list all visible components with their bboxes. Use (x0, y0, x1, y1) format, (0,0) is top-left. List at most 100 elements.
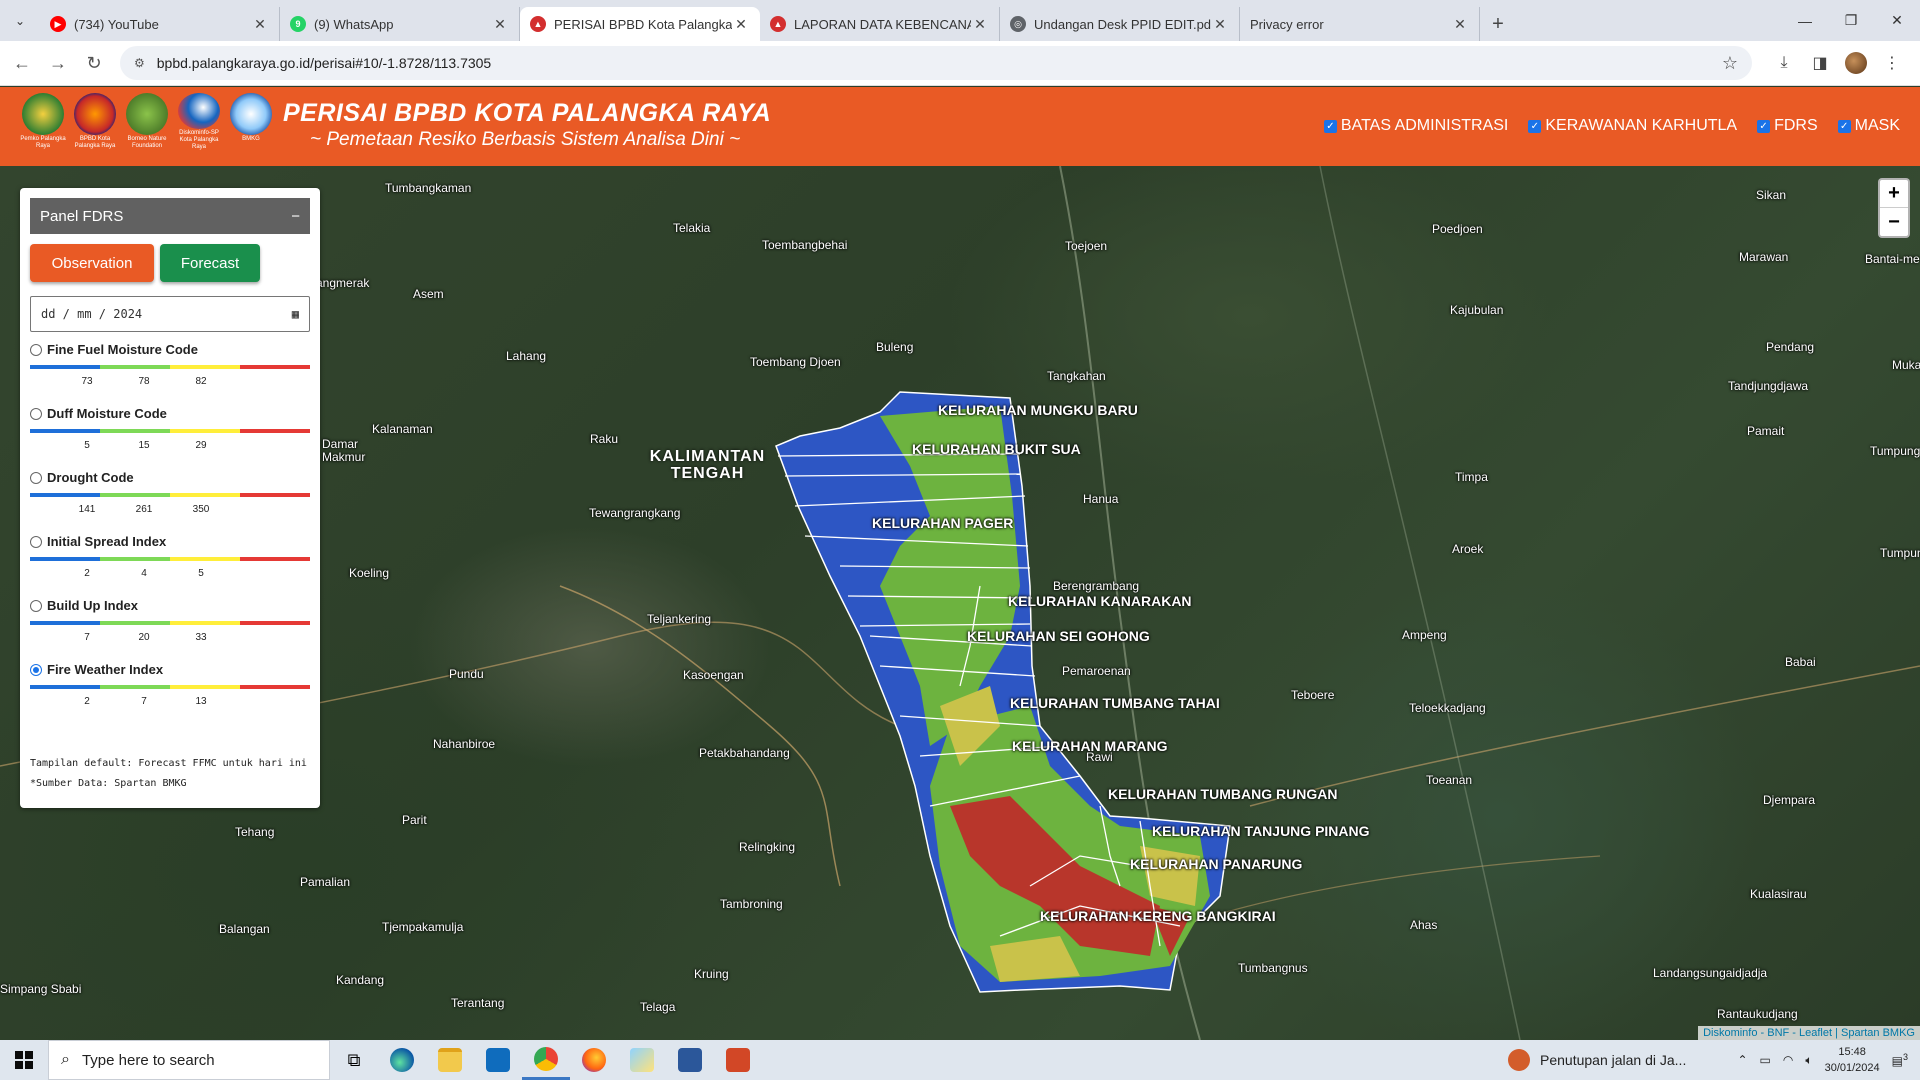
kelurahan-label[interactable]: KELURAHAN MARANG (1012, 738, 1168, 754)
layer-toggle-kerawanan-karhutla[interactable]: ✓ KERAWANAN KARHUTLA (1528, 117, 1737, 135)
tick-label: 2 (84, 696, 90, 707)
kelurahan-label[interactable]: KELURAHAN MUNGKU BARU (938, 402, 1138, 418)
whatsapp-icon: 9 (290, 16, 306, 32)
close-window-icon[interactable]: ✕ (1874, 0, 1920, 41)
color-scale (30, 493, 310, 497)
index-label: Build Up Index (47, 598, 138, 613)
radio-button[interactable] (30, 599, 42, 612)
zoom-control: + − (1878, 178, 1910, 238)
kelurahan-label[interactable]: KELURAHAN KANARAKAN (1008, 593, 1192, 609)
zoom-in-button[interactable]: + (1880, 180, 1908, 208)
tab-undangan[interactable]: ◎ Undangan Desk PPID EDIT.pdf ✕ (1000, 7, 1240, 41)
place-label: Ampeng (1402, 628, 1447, 642)
index-radio-drought-code[interactable]: Drought Code (30, 470, 310, 485)
layer-toggle-batas-administrasi[interactable]: ✓ BATAS ADMINISTRASI (1323, 117, 1508, 135)
new-tab-button[interactable]: + (1480, 7, 1516, 41)
meet-now-icon[interactable]: ▭ (1760, 1053, 1771, 1067)
radio-button[interactable] (30, 535, 42, 548)
taskbar-search[interactable]: ⌕ Type here to search (48, 1040, 330, 1080)
tray-chevron-icon[interactable]: ⌃ (1737, 1053, 1747, 1067)
place-label: Hanua (1083, 492, 1119, 506)
tick-label: 15 (138, 440, 150, 451)
volume-icon[interactable]: 🔈︎ (1805, 1053, 1812, 1068)
mail-icon[interactable] (474, 1040, 522, 1080)
close-tab-icon[interactable]: ✕ (251, 16, 269, 33)
close-tab-icon[interactable]: ✕ (971, 16, 989, 33)
radio-button[interactable] (30, 343, 42, 356)
radio-button[interactable] (30, 663, 42, 676)
restore-icon[interactable]: ❐ (1828, 0, 1874, 41)
word-icon[interactable] (666, 1040, 714, 1080)
profile-avatar[interactable] (1838, 45, 1874, 81)
bookmark-star-icon[interactable]: ☆ (1722, 53, 1738, 74)
radio-button[interactable] (30, 407, 42, 420)
map-attribution[interactable]: Diskominfo - BNF - Leaflet | Spartan BMK… (1698, 1026, 1920, 1040)
place-label: Poedjoen (1432, 222, 1483, 236)
checkbox-icon: ✓ (1757, 119, 1771, 133)
index-label: Initial Spread Index (47, 534, 167, 549)
powerpoint-icon[interactable] (714, 1040, 762, 1080)
observation-button[interactable]: Observation (30, 244, 154, 282)
chrome-icon[interactable] (522, 1040, 570, 1080)
index-radio-build-up-index[interactable]: Build Up Index (30, 598, 310, 613)
back-icon[interactable]: ← (4, 45, 40, 81)
notification-icon[interactable]: ▤3 (1892, 1052, 1908, 1068)
firefox-icon[interactable] (570, 1040, 618, 1080)
note-source: *Sumber Data: Spartan BMKG (30, 778, 187, 789)
kelurahan-label[interactable]: KELURAHAN TUMBANG TAHAI (1010, 695, 1220, 711)
tab-youtube[interactable]: ▶ (734) YouTube ✕ (40, 7, 280, 41)
index-radio-fire-weather-index[interactable]: Fire Weather Index (30, 662, 310, 677)
tab-privacy-error[interactable]: Privacy error ✕ (1240, 7, 1480, 41)
reload-icon[interactable]: ↻ (76, 45, 112, 81)
site-info-icon[interactable]: ⚙ (134, 56, 145, 70)
place-label: Kajubulan (1450, 303, 1504, 317)
kelurahan-label[interactable]: KELURAHAN TUMBANG RUNGAN (1108, 786, 1337, 802)
index-radio-duff-moisture-code[interactable]: Duff Moisture Code (30, 406, 310, 421)
start-button[interactable] (0, 1040, 48, 1080)
layer-toggle-fdrs[interactable]: ✓ FDRS (1757, 117, 1818, 135)
close-tab-icon[interactable]: ✕ (1451, 16, 1469, 33)
news-widget[interactable]: Penutupan jalan di Ja... (1508, 1040, 1686, 1080)
clock[interactable]: 15:48 30/01/2024 (1825, 1044, 1880, 1076)
forecast-button[interactable]: Forecast (160, 244, 260, 282)
place-label: Raku (590, 432, 619, 446)
clock-time: 15:48 (1838, 1046, 1866, 1058)
side-panel-icon[interactable]: ◨ (1802, 45, 1838, 81)
tab-perisai[interactable]: ▲ PERISAI BPBD Kota Palangka Ra ✕ (520, 7, 760, 41)
close-tab-icon[interactable]: ✕ (1211, 16, 1229, 33)
task-view-icon[interactable]: ⧉ (330, 1040, 378, 1080)
index-radio-fine-fuel-moisture-code[interactable]: Fine Fuel Moisture Code (30, 342, 310, 357)
minimize-icon[interactable]: — (1782, 0, 1828, 41)
close-tab-icon[interactable]: ✕ (491, 16, 509, 33)
collapse-panel-button[interactable]: − (291, 208, 300, 225)
wifi-icon[interactable]: ◠ (1783, 1053, 1793, 1067)
paint-icon[interactable] (618, 1040, 666, 1080)
forward-icon[interactable]: → (40, 45, 76, 81)
tick-label: 7 (141, 696, 147, 707)
edge-icon[interactable] (378, 1040, 426, 1080)
close-tab-icon[interactable]: ✕ (732, 16, 750, 33)
file-explorer-icon[interactable] (426, 1040, 474, 1080)
radio-button[interactable] (30, 471, 42, 484)
place-label: Terantang (451, 996, 505, 1010)
kelurahan-label[interactable]: KELURAHAN KERENG BANGKIRAI (1040, 908, 1276, 924)
download-icon[interactable]: ⤓ (1766, 45, 1802, 81)
date-input[interactable]: dd / mm / 2024 ▦ (30, 296, 310, 332)
url-field[interactable]: ⚙ bpbd.palangkaraya.go.id/perisai#10/-1.… (120, 46, 1752, 80)
kelurahan-label[interactable]: KELURAHAN SEI GOHONG (967, 628, 1150, 644)
kelurahan-label[interactable]: KELURAHAN TANJUNG PINANG (1152, 823, 1370, 839)
tab-laporan[interactable]: ▲ LAPORAN DATA KEBENCANAAN ✕ (760, 7, 1000, 41)
panel-title: Panel FDRS (40, 207, 124, 225)
zoom-out-button[interactable]: − (1880, 208, 1908, 236)
tab-whatsapp[interactable]: 9 (9) WhatsApp ✕ (280, 7, 520, 41)
kelurahan-label[interactable]: KELURAHAN BUKIT SUA (912, 441, 1081, 457)
browser-menu-icon[interactable]: ⋮ (1874, 45, 1910, 81)
bpbd-icon: ▲ (530, 16, 546, 32)
kelurahan-label[interactable]: KELURAHAN PAGER (872, 515, 1013, 531)
bnf-logo: Borneo Nature Foundation (124, 93, 170, 151)
calendar-icon[interactable]: ▦ (292, 307, 299, 321)
layer-toggle-mask[interactable]: ✓ MASK (1837, 117, 1900, 135)
kelurahan-label[interactable]: KELURAHAN PANARUNG (1130, 856, 1302, 872)
tab-search-icon[interactable]: ⌄ (0, 0, 40, 41)
index-radio-initial-spread-index[interactable]: Initial Spread Index (30, 534, 310, 549)
